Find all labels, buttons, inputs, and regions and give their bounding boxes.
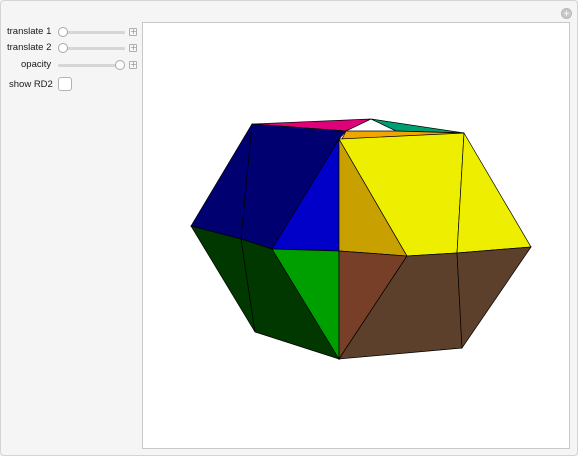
plus-icon[interactable]: +	[561, 8, 572, 20]
opacity-expand-button[interactable]: +	[129, 61, 137, 69]
show-rd2-label: show RD2	[9, 79, 53, 90]
translate-2-slider-thumb[interactable]	[58, 43, 68, 53]
show-rd2-checkbox[interactable]	[58, 77, 72, 91]
translate-2-label: translate 2	[7, 42, 52, 53]
face-yellow-outer	[456, 131, 532, 254]
control-translate-2: translate 2 +	[0, 41, 140, 55]
translate-1-slider-thumb[interactable]	[58, 27, 68, 37]
opacity-slider-thumb[interactable]	[115, 60, 125, 70]
control-translate-1: translate 1 +	[0, 25, 140, 39]
face-brown-outer	[456, 246, 532, 350]
app-window: + translate 1 + translate 2 + opacity + …	[0, 0, 578, 456]
control-opacity: opacity +	[0, 58, 140, 72]
translate-2-slider[interactable]	[58, 47, 125, 50]
polyhedron-graphic[interactable]	[143, 23, 569, 448]
translate-1-label: translate 1	[7, 26, 52, 37]
opacity-label: opacity	[21, 59, 52, 70]
translate-1-expand-button[interactable]: +	[129, 28, 137, 36]
translate-1-slider[interactable]	[58, 31, 125, 34]
translate-2-expand-button[interactable]: +	[129, 44, 137, 52]
control-show-rd2: show RD2	[0, 78, 60, 92]
3d-graphics-viewport[interactable]	[142, 22, 570, 449]
